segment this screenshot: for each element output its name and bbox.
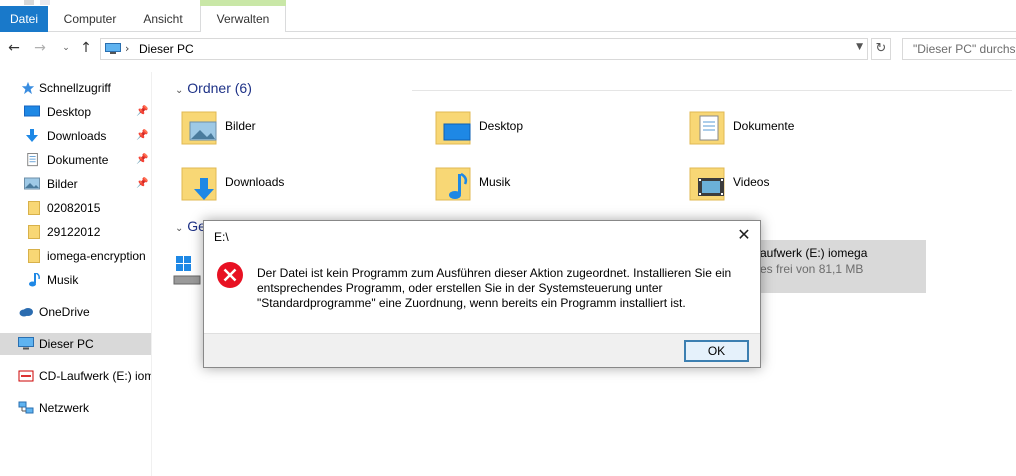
address-bar[interactable]: › Dieser PC ▼ xyxy=(100,38,868,60)
document-icon xyxy=(27,153,38,167)
properties-icon[interactable] xyxy=(40,0,50,5)
pictures-folder-icon xyxy=(181,111,217,145)
refresh-icon[interactable]: ↻ xyxy=(871,38,891,60)
folder-tile-pictures[interactable]: Bilder xyxy=(160,104,400,152)
videos-folder-icon xyxy=(689,167,725,201)
sidebar-item-iomega-encryption[interactable]: iomega-encryption xyxy=(0,245,151,267)
error-x-icon xyxy=(217,262,243,288)
up-arrow-icon[interactable]: ↑ xyxy=(78,40,94,56)
sidebar-item-02082015[interactable]: 02082015 xyxy=(0,197,151,219)
breadcrumb-chevron-icon[interactable]: › xyxy=(125,42,129,55)
dialog-title: E:\ xyxy=(214,230,229,244)
ribbon: Datei Computer Ansicht Verwalten xyxy=(0,0,1016,32)
sidebar-item-desktop[interactable]: Desktop 📌 xyxy=(0,101,151,123)
network-icon xyxy=(18,401,34,414)
star-icon xyxy=(21,81,35,95)
music-note-icon xyxy=(29,273,40,287)
folder-tile-desktop[interactable]: Desktop xyxy=(414,104,654,152)
pin-icon[interactable]: 📌 xyxy=(136,173,148,195)
sidebar-item-29122012[interactable]: 29122012 xyxy=(0,221,151,243)
folders-group-header[interactable]: ⌄ Ordner (6) xyxy=(175,80,252,96)
sidebar-item-onedrive[interactable]: OneDrive xyxy=(0,301,151,323)
folder-tile-videos[interactable]: Videos xyxy=(668,160,908,208)
tab-view[interactable]: Ansicht xyxy=(132,6,194,32)
pin-icon[interactable]: 📌 xyxy=(136,125,148,147)
computer-icon xyxy=(18,337,34,350)
cd-drive-tile[interactable]: aufwerk (E:) iomega es frei von 81,1 MB xyxy=(760,240,926,293)
sidebar-item-documents[interactable]: Dokumente 📌 xyxy=(0,149,151,171)
folder-tile-music[interactable]: Musik xyxy=(414,160,654,208)
breadcrumb[interactable]: Dieser PC xyxy=(139,42,194,56)
address-dropdown-icon[interactable]: ▼ xyxy=(856,42,863,52)
desktop-icon xyxy=(24,105,40,117)
search-input[interactable]: "Dieser PC" durchsuchen xyxy=(902,38,1016,60)
forward-arrow-icon[interactable]: → xyxy=(32,40,48,56)
sidebar-item-cd-drive[interactable]: CD-Laufwerk (E:) iomega xyxy=(0,365,151,387)
pictures-icon xyxy=(24,177,40,190)
desktop-folder-icon xyxy=(435,111,471,145)
cd-drive-icon xyxy=(18,370,34,382)
folder-tile-downloads[interactable]: Downloads xyxy=(160,160,400,208)
sidebar-item-pictures[interactable]: Bilder 📌 xyxy=(0,173,151,195)
sidebar-item-this-pc[interactable]: Dieser PC xyxy=(0,333,151,355)
tab-computer[interactable]: Computer xyxy=(54,6,126,32)
folder-tile-documents[interactable]: Dokumente xyxy=(668,104,908,152)
close-icon[interactable]: ✕ xyxy=(736,226,752,244)
back-arrow-icon[interactable]: ← xyxy=(6,40,22,56)
pin-icon[interactable]: 📌 xyxy=(136,101,148,123)
windows-drive-icon[interactable] xyxy=(172,252,202,292)
chevron-down-icon: ⌄ xyxy=(175,85,184,96)
music-folder-icon xyxy=(435,167,471,201)
folder-icon xyxy=(28,249,40,263)
documents-folder-icon xyxy=(689,111,725,145)
pin-icon[interactable]: 📌 xyxy=(136,149,148,171)
address-row: ← → ⌄ ↑ › Dieser PC ▼ ↻ "Dieser PC" durc… xyxy=(0,33,1016,65)
tab-file[interactable]: Datei xyxy=(0,6,48,32)
sidebar-item-downloads[interactable]: Downloads 📌 xyxy=(0,125,151,147)
tab-manage[interactable]: Verwalten xyxy=(200,6,286,32)
computer-icon xyxy=(105,43,121,54)
dialog-footer: OK xyxy=(204,333,760,367)
cloud-icon xyxy=(19,308,33,317)
folder-icon xyxy=(28,201,40,215)
chevron-down-icon: ⌄ xyxy=(175,223,184,234)
recent-locations-chevron-icon[interactable]: ⌄ xyxy=(58,40,74,56)
quick-access-icon[interactable] xyxy=(24,0,34,5)
ok-button[interactable]: OK xyxy=(684,340,749,362)
sidebar-item-quick-access[interactable]: Schnellzugriff xyxy=(0,77,151,99)
sidebar-item-music[interactable]: Musik xyxy=(0,269,151,291)
error-dialog: E:\ ✕ Der Datei ist kein Programm zum Au… xyxy=(203,220,761,368)
folder-icon xyxy=(28,225,40,239)
dialog-message: Der Datei ist kein Programm zum Ausführe… xyxy=(257,266,732,310)
group-divider xyxy=(412,90,1012,91)
downloads-folder-icon xyxy=(181,167,217,201)
navigation-pane: Schnellzugriff Desktop 📌 Downloads 📌 Dok… xyxy=(0,72,152,476)
download-arrow-icon xyxy=(26,129,38,142)
sidebar-item-network[interactable]: Netzwerk xyxy=(0,397,151,419)
